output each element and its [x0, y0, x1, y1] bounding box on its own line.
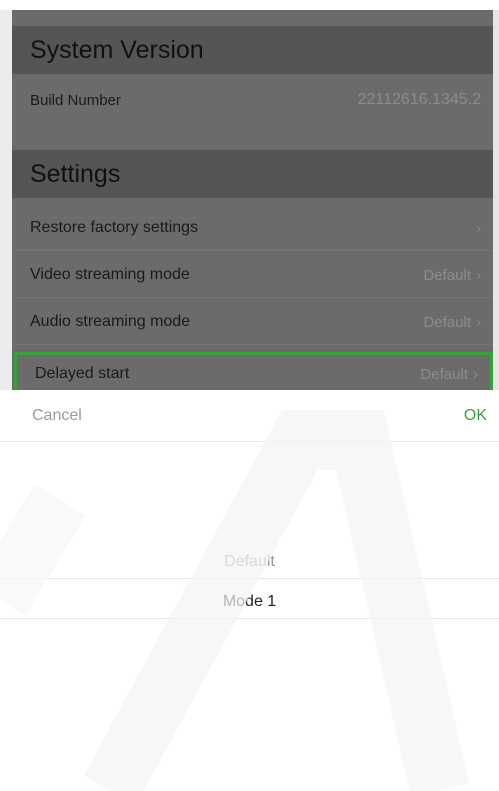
delayed-start-value-group: Default › [420, 366, 478, 383]
picker-selection-top-line [0, 578, 499, 579]
settings-item-audio-streaming[interactable]: Audio streaming mode Default › [12, 300, 493, 345]
settings-item-video-streaming[interactable]: Video streaming mode Default › [12, 253, 493, 298]
chevron-right-icon: › [476, 313, 481, 331]
system-version-header: System Version [12, 26, 493, 74]
audio-streaming-value: Default [423, 313, 471, 331]
top-strip [0, 0, 499, 10]
delayed-start-value: Default [420, 365, 468, 383]
chevron-right-icon: › [473, 365, 478, 383]
audio-streaming-value-group: Default › [423, 314, 481, 331]
settings-title: Settings [30, 159, 121, 188]
settings-item-restore-factory[interactable]: Restore factory settings › [12, 206, 493, 251]
audio-streaming-label: Audio streaming mode [30, 313, 191, 330]
picker-option-default[interactable]: Default [0, 553, 499, 571]
video-streaming-value-group: Default › [423, 267, 481, 284]
restore-factory-label: Restore factory settings [30, 219, 199, 236]
restore-factory-value-group: › [471, 220, 481, 237]
video-streaming-value: Default [423, 266, 471, 284]
cancel-button[interactable]: Cancel [32, 407, 82, 425]
settings-header: Settings [12, 150, 493, 198]
video-streaming-label: Video streaming mode [30, 266, 190, 283]
build-number-label: Build Number [30, 91, 121, 109]
build-number-row: Build Number 22112616.1345.2 [12, 76, 493, 124]
screen: System Version Build Number 22112616.134… [0, 0, 499, 791]
picker-selection-bottom-line [0, 618, 499, 619]
picker-option-mode-1[interactable]: Mode 1 [0, 593, 499, 611]
ok-button[interactable]: OK [464, 407, 487, 425]
chevron-right-icon: › [476, 266, 481, 284]
build-number-value: 22112616.1345.2 [357, 91, 481, 108]
delayed-start-label: Delayed start [35, 365, 130, 382]
right-edge [493, 10, 499, 390]
picker-toolbar: Cancel OK [0, 390, 499, 442]
left-edge [0, 10, 12, 390]
system-version-title: System Version [30, 35, 204, 64]
chevron-right-icon: › [476, 219, 481, 237]
